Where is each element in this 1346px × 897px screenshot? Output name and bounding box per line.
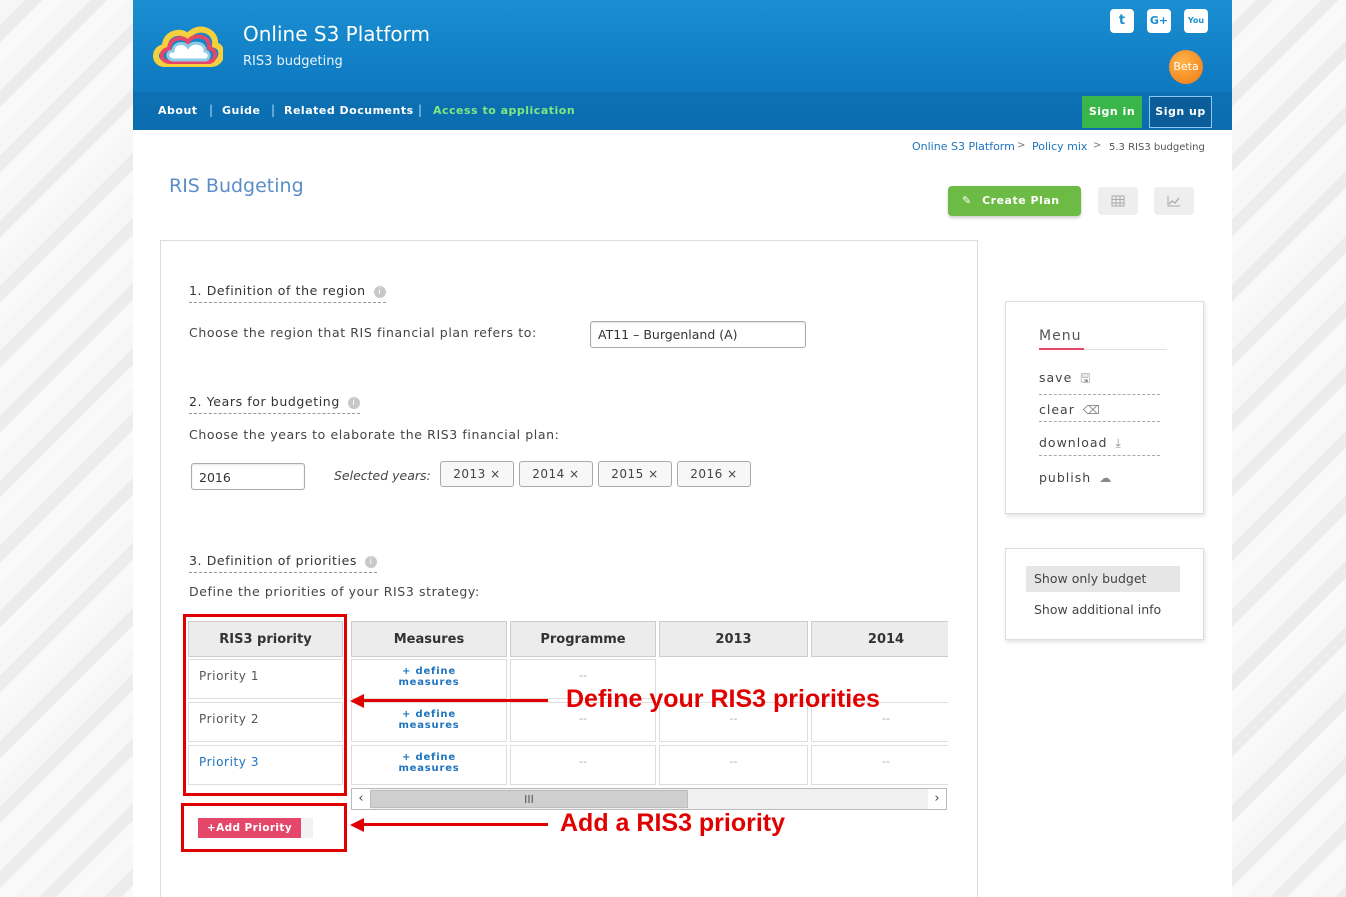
annotation-add-priority: Add a RIS3 priority xyxy=(560,809,786,837)
year-tag-2014[interactable]: 2014 × xyxy=(519,461,593,487)
nav-related-documents[interactable]: Related Documents xyxy=(284,104,414,117)
annotation-arrow-line xyxy=(362,699,548,702)
nav-guide[interactable]: Guide xyxy=(222,104,260,117)
background-left xyxy=(0,0,133,897)
breadcrumb-policy-mix[interactable]: Policy mix xyxy=(1032,140,1087,153)
menu-item-label: save xyxy=(1039,370,1073,385)
table-view-button[interactable] xyxy=(1098,187,1138,215)
menu-item-publish[interactable]: publish ☁ xyxy=(1039,470,1160,489)
annotation-arrow-head xyxy=(350,818,364,832)
table-horizontal-scrollbar[interactable]: ‹ III › xyxy=(351,788,947,810)
line-chart-icon xyxy=(1167,195,1180,206)
sign-up-button[interactable]: Sign up xyxy=(1149,96,1212,128)
section-region-title: 1. Definition of the region i xyxy=(189,283,386,303)
menu-item-label: download xyxy=(1039,435,1108,450)
measures-cell: + define measures xyxy=(351,702,507,742)
download-icon: ⤓ xyxy=(1115,436,1122,450)
site-title: Online S3 Platform xyxy=(243,22,430,46)
priority-column-highlight xyxy=(183,614,347,796)
column-header-2014: 2014 xyxy=(811,621,948,657)
info-icon[interactable]: i xyxy=(373,285,386,298)
nav-separator: | xyxy=(418,103,423,117)
create-plan-button[interactable]: ✎ Create Plan xyxy=(948,186,1081,216)
page-title: RIS Budgeting xyxy=(169,175,304,197)
year-cell-2013[interactable]: -- xyxy=(659,745,808,785)
menu-item-clear[interactable]: clear ⌫ xyxy=(1039,402,1160,422)
column-header-2013: 2013 xyxy=(659,621,808,657)
menu-title: Menu xyxy=(1039,328,1082,344)
budget-form-panel: 1. Definition of the region i Choose the … xyxy=(160,240,978,897)
site-header: Online S3 Platform RIS3 budgeting t G+ Y… xyxy=(133,0,1232,130)
scroll-right-icon[interactable]: › xyxy=(928,789,946,809)
info-icon[interactable]: i xyxy=(365,555,378,568)
section-priorities-title-text: 3. Definition of priorities xyxy=(189,553,358,568)
breadcrumb-home[interactable]: Online S3 Platform xyxy=(912,140,1015,153)
sign-in-button[interactable]: Sign in xyxy=(1082,96,1142,128)
menu-accent-bar xyxy=(1039,348,1084,350)
main-nav: About | Guide | Related Documents | Acce… xyxy=(133,92,1232,130)
edit-icon: ✎ xyxy=(962,194,972,207)
selected-years-label: Selected years: xyxy=(334,468,431,483)
nav-separator: | xyxy=(209,103,214,117)
section-region-text: Choose the region that RIS financial pla… xyxy=(189,325,537,340)
define-measures-link[interactable]: + define measures xyxy=(352,752,506,774)
chart-view-button[interactable] xyxy=(1154,187,1194,215)
section-region-title-text: 1. Definition of the region xyxy=(189,283,366,298)
column-header-programme: Programme xyxy=(510,621,656,657)
define-measures-link[interactable]: + define measures xyxy=(352,709,506,731)
nav-separator: | xyxy=(271,103,276,117)
side-menu: Menu save 🖫 clear ⌫ download ⤓ publish ☁ xyxy=(1005,301,1204,514)
region-select[interactable]: AT11 – Burgenland (A) xyxy=(590,321,806,348)
menu-item-label: publish xyxy=(1039,470,1092,485)
measures-cell: + define measures xyxy=(351,745,507,785)
create-plan-label: Create Plan xyxy=(982,194,1060,207)
save-icon: 🖫 xyxy=(1080,371,1092,385)
define-measures-link[interactable]: + define measures xyxy=(352,666,506,688)
youtube-icon[interactable]: You xyxy=(1184,9,1208,33)
scroll-left-icon[interactable]: ‹ xyxy=(352,789,370,809)
google-plus-icon[interactable]: G+ xyxy=(1147,9,1171,33)
section-years-title-text: 2. Years for budgeting xyxy=(189,394,340,409)
year-tag-2016[interactable]: 2016 × xyxy=(677,461,751,487)
menu-item-save[interactable]: save 🖫 xyxy=(1039,369,1160,395)
section-years-text: Choose the years to elaborate the RIS3 f… xyxy=(189,427,560,442)
measures-cell: + define measures xyxy=(351,659,507,699)
add-priority-highlight xyxy=(181,803,347,852)
menu-item-download[interactable]: download ⤓ xyxy=(1039,435,1160,456)
annotation-define-priorities: Define your RIS3 priorities xyxy=(566,685,880,713)
eraser-icon: ⌫ xyxy=(1082,403,1101,417)
nav-about[interactable]: About xyxy=(158,104,198,117)
breadcrumb-current: 5.3 RIS3 budgeting xyxy=(1109,142,1205,153)
beta-badge: Beta xyxy=(1169,50,1203,84)
annotation-arrow-line xyxy=(362,823,548,826)
year-tag-2015[interactable]: 2015 × xyxy=(598,461,672,487)
view-options-box: Show only budget Show additional info xyxy=(1005,548,1204,640)
programme-cell[interactable]: -- xyxy=(510,745,656,785)
show-additional-info-option[interactable]: Show additional info xyxy=(1026,597,1180,623)
section-years-title: 2. Years for budgeting i xyxy=(189,394,360,414)
column-header-measures: Measures xyxy=(351,621,507,657)
show-only-budget-option[interactable]: Show only budget xyxy=(1026,566,1180,592)
cloud-upload-icon: ☁ xyxy=(1099,471,1113,485)
year-input[interactable]: 2016 xyxy=(191,463,305,490)
year-tag-2013[interactable]: 2013 × xyxy=(440,461,514,487)
section-priorities-title: 3. Definition of priorities i xyxy=(189,553,378,573)
scrollbar-thumb[interactable]: III xyxy=(370,790,688,808)
info-icon[interactable]: i xyxy=(347,396,360,409)
site-subtitle: RIS3 budgeting xyxy=(243,54,343,69)
menu-item-label: clear xyxy=(1039,402,1075,417)
table-icon xyxy=(1111,195,1125,206)
twitter-icon[interactable]: t xyxy=(1110,9,1134,33)
background-right xyxy=(1231,0,1346,897)
breadcrumb-separator: > xyxy=(1017,140,1026,151)
section-priorities-text: Define the priorities of your RIS3 strat… xyxy=(189,584,480,599)
annotation-arrow-head xyxy=(350,694,364,708)
breadcrumb-separator: > xyxy=(1093,140,1102,151)
year-cell-2014[interactable]: -- xyxy=(811,745,948,785)
cloud-logo-icon[interactable] xyxy=(151,18,223,74)
nav-access-application[interactable]: Access to application xyxy=(433,104,575,117)
